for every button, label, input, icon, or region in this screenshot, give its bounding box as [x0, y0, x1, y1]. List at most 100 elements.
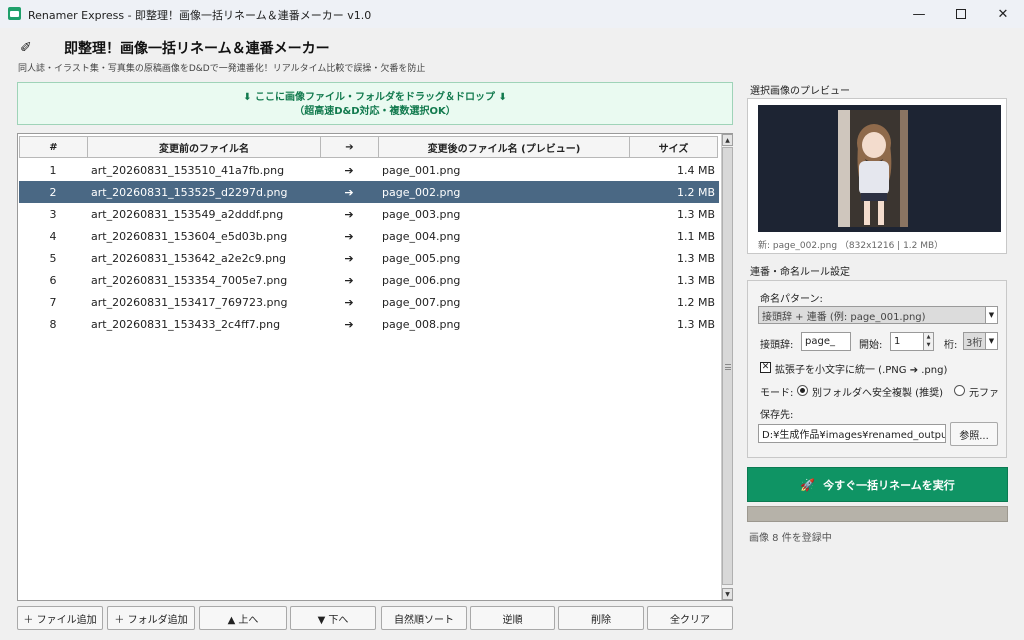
- row-old-name: art_20260831_153433_2c4ff7.png: [91, 317, 281, 331]
- rules-panel: 命名パターン: 接頭辞 + 連番 (例: page_001.png) ▼ 接頭辞…: [747, 280, 1007, 458]
- prefix-input[interactable]: page_: [801, 332, 851, 351]
- mode-label: モード:: [760, 388, 794, 399]
- row-new-name: page_003.png: [382, 207, 461, 221]
- row-new-name: page_001.png: [382, 163, 461, 177]
- scroll-down-icon[interactable]: ▼: [722, 588, 733, 600]
- browse-button[interactable]: 参照...: [950, 422, 998, 446]
- add-file-button[interactable]: ＋ ファイル追加: [17, 606, 103, 630]
- mode-radio-copy[interactable]: [797, 385, 808, 396]
- row-arrow: ➔: [344, 317, 354, 331]
- table-row[interactable]: 6 art_20260831_153354_7005e7.png ➔ page_006…: [19, 269, 719, 291]
- row-new-name: page_005.png: [382, 251, 461, 265]
- row-size: 1.3 MB: [676, 251, 715, 265]
- table-row[interactable]: 1 art_20260831_153510_41a7fb.png ➔ page_001…: [19, 159, 719, 181]
- table-row[interactable]: 2 art_20260831_153525_d2297d.png ➔ page_002…: [19, 181, 719, 203]
- title-bar: Renamer Express - 即整理！画像一括リネーム＆連番メーカー v1…: [0, 0, 1024, 28]
- table-row[interactable]: 7 art_20260831_153417_769723.png ➔ page_007…: [19, 291, 719, 313]
- row-number: 6: [49, 273, 57, 287]
- row-old-name: art_20260831_153417_769723.png: [91, 295, 288, 309]
- row-arrow: ➔: [344, 163, 354, 177]
- row-old-name: art_20260831_153549_a2dddf.png: [91, 207, 284, 221]
- save-path-input[interactable]: D:¥生成作品¥images¥renamed_output: [758, 424, 946, 443]
- close-button[interactable]: ✕: [982, 0, 1024, 28]
- save-label: 保存先:: [760, 410, 794, 421]
- preview-label: 選択画像のプレビュー: [750, 86, 850, 97]
- prefix-label: 接頭辞:: [760, 340, 794, 351]
- mode-radio-overwrite[interactable]: [954, 385, 965, 396]
- row-size: 1.3 MB: [676, 317, 715, 331]
- scroll-thumb[interactable]: [722, 147, 733, 585]
- table-scrollbar[interactable]: ▲ ▼: [721, 134, 733, 600]
- start-label: 開始:: [859, 340, 883, 351]
- row-size: 1.3 MB: [676, 207, 715, 221]
- window-title: Renamer Express - 即整理！画像一括リネーム＆連番メーカー v1…: [28, 9, 372, 22]
- preview-image: [758, 105, 1001, 232]
- table-row[interactable]: 5 art_20260831_153642_a2e2c9.png ➔ page_005…: [19, 247, 719, 269]
- move-up-button[interactable]: ▲ 上へ: [199, 606, 287, 630]
- column-header-new-name[interactable]: 変更後のファイル名 (プレビュー): [378, 136, 630, 158]
- row-new-name: page_006.png: [382, 273, 461, 287]
- status-text: 画像 8 件を登録中: [749, 533, 832, 544]
- row-arrow: ➔: [344, 273, 354, 287]
- app-icon: [8, 7, 21, 20]
- drop-zone[interactable]: ⬇ ここに画像ファイル・フォルダをドラッグ＆ドロップ ⬇ （超高速D&D対応・複…: [17, 82, 733, 125]
- preview-panel: 新: page_002.png （832x1216 | 1.2 MB）: [747, 98, 1007, 254]
- row-size: 1.1 MB: [676, 229, 715, 243]
- row-old-name: art_20260831_153642_a2e2c9.png: [91, 251, 287, 265]
- natural-sort-button[interactable]: 自然順ソート: [381, 606, 467, 630]
- column-header-number[interactable]: #: [19, 136, 88, 158]
- lowercase-ext-checkbox[interactable]: ✕: [760, 362, 771, 373]
- start-value: 1: [894, 336, 901, 347]
- row-old-name: art_20260831_153604_e5d03b.png: [91, 229, 288, 243]
- row-old-name: art_20260831_153510_41a7fb.png: [91, 163, 285, 177]
- preview-caption: 新: page_002.png （832x1216 | 1.2 MB）: [758, 241, 944, 251]
- column-header-old-name[interactable]: 変更前のファイル名: [87, 136, 321, 158]
- row-number: 8: [49, 317, 57, 331]
- drop-zone-line2: （超高速D&D対応・複数選択OK）: [294, 106, 456, 117]
- column-header-arrow[interactable]: ➔: [320, 136, 379, 158]
- row-size: 1.3 MB: [676, 273, 715, 287]
- start-input[interactable]: 1 ▲ ▼: [890, 332, 934, 351]
- mode-option-copy-label: 別フォルダへ安全複製 (推奨): [812, 388, 943, 399]
- clear-all-button[interactable]: 全クリア: [647, 606, 733, 630]
- scroll-up-icon[interactable]: ▲: [722, 134, 733, 146]
- chevron-down-icon: ▼: [985, 333, 997, 349]
- row-number: 7: [49, 295, 57, 309]
- start-spinner-icon[interactable]: ▲ ▼: [923, 333, 933, 350]
- row-number: 3: [49, 207, 57, 221]
- mode-option-overwrite-label: 元ファ: [969, 388, 999, 399]
- digits-label: 桁:: [944, 340, 958, 351]
- row-new-name: page_007.png: [382, 295, 461, 309]
- delete-button[interactable]: 削除: [558, 606, 644, 630]
- add-folder-button[interactable]: ＋ フォルダ追加: [107, 606, 195, 630]
- row-number: 5: [49, 251, 57, 265]
- row-size: 1.2 MB: [676, 295, 715, 309]
- minimize-button[interactable]: —: [898, 0, 940, 28]
- row-number: 2: [49, 185, 57, 199]
- table-row[interactable]: 4 art_20260831_153604_e5d03b.png ➔ page_004…: [19, 225, 719, 247]
- row-new-name: page_004.png: [382, 229, 461, 243]
- lowercase-ext-label: 拡張子を小文字に統一 (.PNG ➔ .png): [775, 365, 948, 376]
- pattern-select[interactable]: 接頭辞 + 連番 (例: page_001.png) ▼: [758, 306, 998, 324]
- run-rename-button[interactable]: 🚀 今すぐ一括リネームを実行: [747, 467, 1008, 502]
- pattern-label: 命名パターン:: [760, 294, 823, 305]
- table-row[interactable]: 8 art_20260831_153433_2c4ff7.png ➔ page_008…: [19, 313, 719, 335]
- digits-select[interactable]: 3桁 ▼: [963, 332, 998, 350]
- row-arrow: ➔: [344, 295, 354, 309]
- row-size: 1.4 MB: [676, 163, 715, 177]
- row-number: 1: [49, 163, 57, 177]
- pattern-select-value: 接頭辞 + 連番 (例: page_001.png): [762, 311, 926, 323]
- move-down-button[interactable]: ▼ 下へ: [290, 606, 376, 630]
- chevron-down-icon: ▼: [985, 307, 997, 323]
- row-arrow: ➔: [344, 185, 354, 199]
- row-old-name: art_20260831_153525_d2297d.png: [91, 185, 288, 199]
- reverse-button[interactable]: 逆順: [470, 606, 555, 630]
- row-new-name: page_002.png: [382, 185, 461, 199]
- pencil-icon: ✐: [20, 40, 32, 56]
- maximize-icon: [956, 9, 966, 19]
- maximize-button[interactable]: [940, 0, 982, 28]
- rules-label: 連番・命名ルール設定: [750, 267, 850, 278]
- column-header-size[interactable]: サイズ: [629, 136, 718, 158]
- table-row[interactable]: 3 art_20260831_153549_a2dddf.png ➔ page_003…: [19, 203, 719, 225]
- digits-select-value: 3桁: [966, 337, 983, 349]
